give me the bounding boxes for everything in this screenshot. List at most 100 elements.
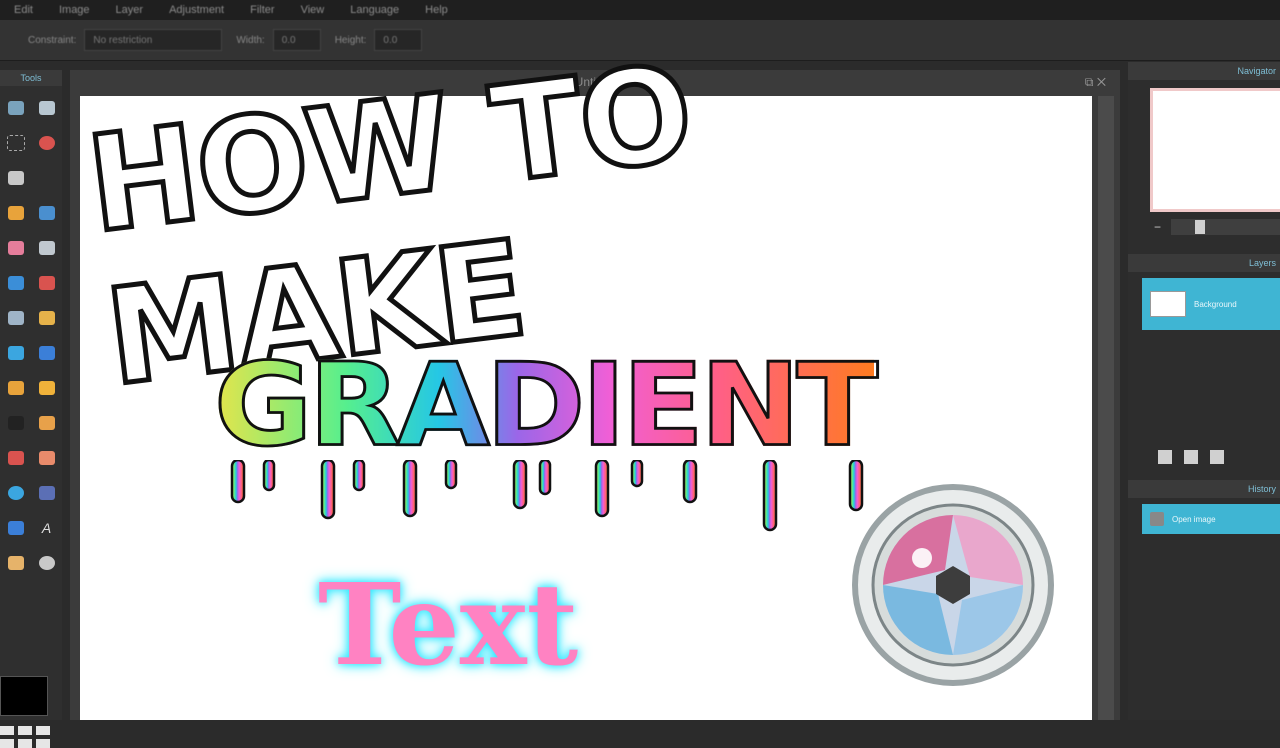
empty-tool xyxy=(31,160,62,195)
burn-tool[interactable] xyxy=(31,405,62,440)
move-tool[interactable] xyxy=(31,90,62,125)
pinch-tool[interactable] xyxy=(31,475,62,510)
cone-icon xyxy=(38,345,55,360)
options-bar: Constraint: No restriction Width: 0.0 He… xyxy=(0,20,1280,61)
gradient-tool[interactable] xyxy=(0,265,31,300)
brush-tool[interactable] xyxy=(31,195,62,230)
layer-thumbnail xyxy=(1150,291,1186,317)
menu-edit[interactable]: Edit xyxy=(14,4,33,16)
menu-adjustment[interactable]: Adjustment xyxy=(169,4,224,16)
menu-layer[interactable]: Layer xyxy=(116,4,144,16)
lasso-icon xyxy=(38,135,55,150)
menu-filter[interactable]: Filter xyxy=(250,4,274,16)
sponge-tool[interactable] xyxy=(31,370,62,405)
tools-panel: Tools A xyxy=(0,70,62,748)
lasso-tool[interactable] xyxy=(31,125,62,160)
constraint-value: No restriction xyxy=(93,34,153,46)
text-tool[interactable]: A xyxy=(31,510,62,545)
zoom-out-icon[interactable]: − xyxy=(1154,220,1161,234)
canvas-title: Untitled xyxy=(574,75,616,89)
move-icon xyxy=(38,100,55,115)
crop-tool[interactable] xyxy=(0,90,31,125)
menu-image[interactable]: Image xyxy=(59,4,90,16)
fill-tool[interactable] xyxy=(31,230,62,265)
view-mode-icon[interactable] xyxy=(36,739,50,748)
history-entry: Open image xyxy=(1172,514,1216,524)
layer-item[interactable]: Background xyxy=(1142,278,1280,330)
drop-tool[interactable] xyxy=(0,335,31,370)
canvas-titlebar: Untitled ⧉ ✕ xyxy=(70,70,1120,94)
eraser-icon xyxy=(7,240,24,255)
menu-language[interactable]: Language xyxy=(350,4,399,16)
view-mode-icon[interactable] xyxy=(0,726,14,735)
menu-view[interactable]: View xyxy=(301,4,325,16)
brush-icon xyxy=(38,205,55,220)
width-value: 0.0 xyxy=(281,34,296,46)
restore-icon[interactable]: ⧉ xyxy=(1085,75,1094,89)
window-controls: ⧉ ✕ xyxy=(1085,75,1106,90)
layers-header: Layers xyxy=(1128,254,1280,272)
picker-tool[interactable] xyxy=(0,510,31,545)
layer-name: Background xyxy=(1194,299,1237,309)
height-input[interactable]: 0.0 xyxy=(374,29,423,51)
blur-tool[interactable] xyxy=(0,300,31,335)
cone-tool[interactable] xyxy=(31,335,62,370)
fill-icon xyxy=(38,240,55,255)
navigator-preview[interactable] xyxy=(1150,88,1280,212)
layer-actions xyxy=(1128,440,1280,474)
heal-tool[interactable] xyxy=(31,440,62,475)
redeye-icon xyxy=(7,450,24,465)
constraint-select[interactable]: No restriction xyxy=(84,29,223,51)
smudge-tool[interactable] xyxy=(31,300,62,335)
menubar: Edit Image Layer Adjustment Filter View … xyxy=(0,0,1280,20)
redeye-tool[interactable] xyxy=(0,440,31,475)
eraser-tool[interactable] xyxy=(0,230,31,265)
blank-icon xyxy=(39,171,55,185)
wand-tool[interactable] xyxy=(0,160,31,195)
history-header: History xyxy=(1128,480,1280,498)
delete-layer-icon[interactable] xyxy=(1158,450,1172,464)
vertical-scrollbar[interactable] xyxy=(1098,96,1114,720)
zoom-slider[interactable] xyxy=(1171,219,1280,235)
sharpen-icon xyxy=(7,415,24,430)
crop-icon xyxy=(7,100,24,115)
marquee-tool[interactable] xyxy=(0,125,31,160)
color-swatch[interactable] xyxy=(0,676,48,716)
height-label: Height: xyxy=(334,34,367,46)
history-item[interactable]: Open image xyxy=(1142,504,1280,534)
view-mode-icon[interactable] xyxy=(0,739,14,748)
picker-icon xyxy=(7,520,24,535)
view-mode-icon[interactable] xyxy=(18,739,32,748)
zoom-tool[interactable] xyxy=(31,545,62,580)
close-icon[interactable]: ✕ xyxy=(1097,75,1106,89)
document-canvas[interactable] xyxy=(80,96,1092,720)
pencil-icon xyxy=(7,205,24,220)
heal-icon xyxy=(38,450,55,465)
width-option: Width: 0.0 xyxy=(236,29,321,51)
bloat-tool[interactable] xyxy=(0,475,31,510)
width-label: Width: xyxy=(236,34,265,46)
height-value: 0.0 xyxy=(383,34,398,46)
drop-icon xyxy=(7,345,24,360)
gradient-icon xyxy=(7,275,24,290)
sharpen-tool[interactable] xyxy=(0,405,31,440)
view-mode-icon[interactable] xyxy=(36,726,50,735)
stamp-tool[interactable] xyxy=(31,265,62,300)
pencil-tool[interactable] xyxy=(0,195,31,230)
smudge-icon xyxy=(38,310,55,325)
hand-tool[interactable] xyxy=(0,545,31,580)
canvas-window: Untitled ⧉ ✕ xyxy=(70,70,1120,720)
width-input[interactable]: 0.0 xyxy=(272,29,321,51)
dodge-tool[interactable] xyxy=(0,370,31,405)
menu-help[interactable]: Help xyxy=(425,4,448,16)
constraint-label: Constraint: xyxy=(28,34,77,46)
pinch-icon xyxy=(38,485,55,500)
new-layer-icon[interactable] xyxy=(1210,450,1224,464)
text-icon: A xyxy=(41,519,52,536)
layers-empty-area xyxy=(1128,330,1280,440)
view-mode-icon[interactable] xyxy=(18,726,32,735)
zoom-slider-knob[interactable] xyxy=(1195,220,1206,234)
burn-icon xyxy=(38,415,55,430)
height-option: Height: 0.0 xyxy=(335,29,423,51)
layer-settings-icon[interactable] xyxy=(1184,450,1198,464)
